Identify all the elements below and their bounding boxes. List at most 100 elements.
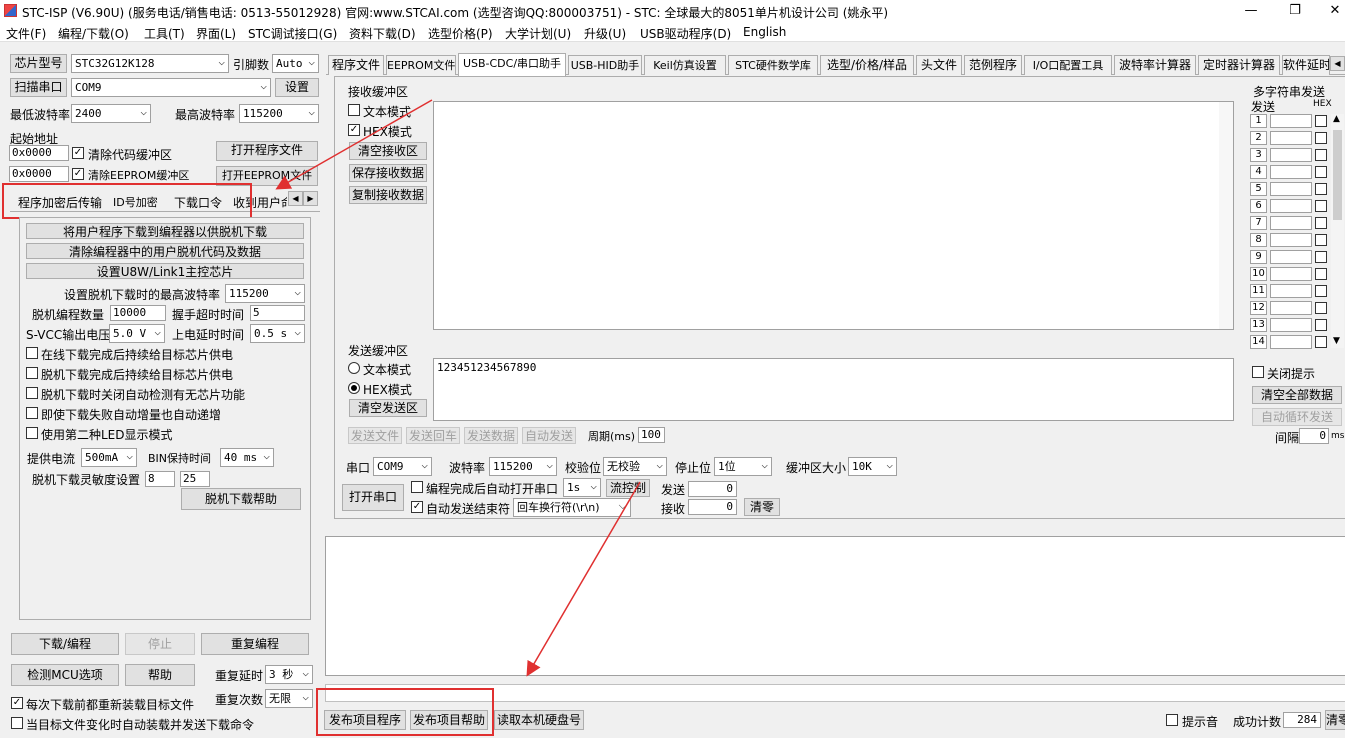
scan-port-button[interactable]: 扫描串口 xyxy=(10,78,67,97)
menu-interface[interactable]: 界面(L) xyxy=(196,25,236,42)
multi-row-input[interactable] xyxy=(1270,182,1312,196)
chip-type-select[interactable]: STC32G12K128 xyxy=(71,54,229,73)
menu-file[interactable]: 文件(F) xyxy=(6,25,46,42)
multi-row-number[interactable]: 8 xyxy=(1250,233,1267,247)
tab-timer-calc[interactable]: 定时器计算器 xyxy=(1198,55,1280,75)
pin-count-select[interactable]: Auto xyxy=(272,54,319,73)
settings-button[interactable]: 设置 xyxy=(275,78,319,97)
tab-eeprom-file[interactable]: EEPROM文件 xyxy=(386,55,456,75)
save-recv-button[interactable]: 保存接收数据 xyxy=(349,164,427,182)
restore-button[interactable]: ❐ xyxy=(1280,2,1310,20)
tab-id-encrypt[interactable]: ID号加密 xyxy=(113,194,158,210)
stop-bits-select[interactable]: 1位 xyxy=(714,457,772,476)
send-file-button[interactable]: 发送文件 xyxy=(348,427,402,444)
tab-header[interactable]: 头文件 xyxy=(916,55,962,75)
recv-scrollbar[interactable] xyxy=(1219,102,1233,329)
tab-download-password[interactable]: 下载口令 xyxy=(174,194,222,211)
multi-row-input[interactable] xyxy=(1270,165,1312,179)
multi-row-number[interactable]: 1 xyxy=(1250,114,1267,128)
download-program-button[interactable]: 下载/编程 xyxy=(11,633,119,655)
scroll-down-icon[interactable]: ▼ xyxy=(1333,336,1340,346)
multi-row-hex-checkbox[interactable] xyxy=(1315,234,1327,246)
multi-row-number[interactable]: 11 xyxy=(1250,284,1267,298)
minimize-button[interactable]: — xyxy=(1236,2,1266,20)
multi-row-hex-checkbox[interactable] xyxy=(1315,336,1327,348)
open-eeprom-button[interactable]: 打开EEPROM文件 xyxy=(216,166,318,186)
tab-examples[interactable]: 范例程序 xyxy=(964,55,1022,75)
detect-mcu-button[interactable]: 检测MCU选项 xyxy=(11,664,119,686)
clear-all-button[interactable]: 清空全部数据 xyxy=(1252,386,1342,404)
handshake-timeout-field[interactable]: 5 xyxy=(250,305,305,321)
multi-row-number[interactable]: 9 xyxy=(1250,250,1267,264)
multi-row-hex-checkbox[interactable] xyxy=(1315,268,1327,280)
reload-each-checkbox[interactable]: ✓ xyxy=(11,697,23,709)
clear-programmer-button[interactable]: 清除编程器中的用户脱机代码及数据 xyxy=(26,243,304,259)
bin-hold-select[interactable]: 40 ms xyxy=(220,448,274,467)
menu-debug[interactable]: STC调试接口(G) xyxy=(248,25,337,42)
repeat-count-select[interactable]: 无限 xyxy=(265,689,313,708)
copy-recv-button[interactable]: 复制接收数据 xyxy=(349,186,427,204)
multi-row-input[interactable] xyxy=(1270,335,1312,349)
multi-row-hex-checkbox[interactable] xyxy=(1315,200,1327,212)
download-to-programmer-button[interactable]: 将用户程序下载到编程器以供脱机下载 xyxy=(26,223,304,239)
tab-program-file[interactable]: 程序文件 xyxy=(328,55,384,75)
tab-math-lib[interactable]: STC硬件数学库 xyxy=(728,55,818,75)
menu-university[interactable]: 大学计划(U) xyxy=(505,25,571,42)
multi-row-input[interactable] xyxy=(1270,199,1312,213)
tab-keil[interactable]: Keil仿真设置 xyxy=(644,55,726,75)
multi-row-hex-checkbox[interactable] xyxy=(1315,149,1327,161)
multi-row-hex-checkbox[interactable] xyxy=(1315,166,1327,178)
send-buffer-textarea[interactable]: 123451234567890 xyxy=(433,358,1234,421)
end-char-select[interactable]: 回车换行符(\r\n) xyxy=(513,498,631,517)
opt-led-mode-checkbox[interactable] xyxy=(26,427,38,439)
close-tip-checkbox[interactable] xyxy=(1252,366,1264,378)
recv-buffer-textarea[interactable] xyxy=(433,101,1234,330)
multi-row-number[interactable]: 6 xyxy=(1250,199,1267,213)
multi-row-input[interactable] xyxy=(1270,148,1312,162)
power-delay-select[interactable]: 0.5 s xyxy=(250,324,305,343)
recv-text-mode-checkbox[interactable] xyxy=(348,104,360,116)
clear-code-checkbox[interactable]: ✓ xyxy=(72,147,84,159)
auto-end-checkbox[interactable]: ✓ xyxy=(411,501,423,513)
auto-send-button[interactable]: 自动发送 xyxy=(522,427,576,444)
log-output-area[interactable] xyxy=(325,536,1345,676)
opt-auto-increment-checkbox[interactable] xyxy=(26,407,38,419)
menu-price[interactable]: 选型价格(P) xyxy=(428,25,493,42)
menu-upgrade[interactable]: 升级(U) xyxy=(584,25,626,42)
multi-row-hex-checkbox[interactable] xyxy=(1315,319,1327,331)
auto-loop-button[interactable]: 自动循环发送 xyxy=(1252,408,1342,426)
multi-row-input[interactable] xyxy=(1270,233,1312,247)
open-serial-button[interactable]: 打开串口 xyxy=(342,484,404,511)
publish-program-button[interactable]: 发布项目程序 xyxy=(324,710,406,730)
beep-checkbox[interactable] xyxy=(1166,714,1178,726)
multi-row-number[interactable]: 5 xyxy=(1250,182,1267,196)
multi-scrollbar[interactable]: ▲ ▼ xyxy=(1331,114,1344,348)
multi-row-input[interactable] xyxy=(1270,250,1312,264)
multi-row-number[interactable]: 10 xyxy=(1250,267,1267,281)
opt-no-detect-checkbox[interactable] xyxy=(26,387,38,399)
auto-open-delay-select[interactable]: 1s xyxy=(563,478,601,497)
clear-recv-button[interactable]: 清空接收区 xyxy=(349,142,427,160)
multi-row-hex-checkbox[interactable] xyxy=(1315,251,1327,263)
clear-counts-button[interactable]: 清零 xyxy=(744,498,780,516)
period-field[interactable]: 100 xyxy=(638,427,665,443)
eeprom-address-field[interactable]: 0x0000 xyxy=(9,166,69,182)
menu-usb-driver[interactable]: USB驱动程序(D) xyxy=(640,25,731,42)
send-hex-mode-radio[interactable] xyxy=(348,382,360,394)
menu-program[interactable]: 编程/下载(O) xyxy=(58,25,129,42)
multi-row-input[interactable] xyxy=(1270,131,1312,145)
menu-docs[interactable]: 资料下载(D) xyxy=(349,25,416,42)
offline-help-button[interactable]: 脱机下载帮助 xyxy=(181,488,301,510)
multi-row-number[interactable]: 12 xyxy=(1250,301,1267,315)
multi-row-input[interactable] xyxy=(1270,318,1312,332)
publish-help-button[interactable]: 发布项目帮助 xyxy=(410,710,488,730)
offline-count-field[interactable]: 10000 xyxy=(110,305,166,321)
read-disk-button[interactable]: 读取本机硬盘号 xyxy=(494,710,584,730)
reprogram-button[interactable]: 重复编程 xyxy=(201,633,309,655)
svcc-select[interactable]: 5.0 V xyxy=(109,324,165,343)
auto-open-checkbox[interactable] xyxy=(411,481,423,493)
menu-english[interactable]: English xyxy=(743,25,786,39)
repeat-delay-select[interactable]: 3 秒 xyxy=(265,665,313,684)
opt-offline-power-checkbox[interactable] xyxy=(26,367,38,379)
parity-select[interactable]: 无校验 xyxy=(603,457,667,476)
